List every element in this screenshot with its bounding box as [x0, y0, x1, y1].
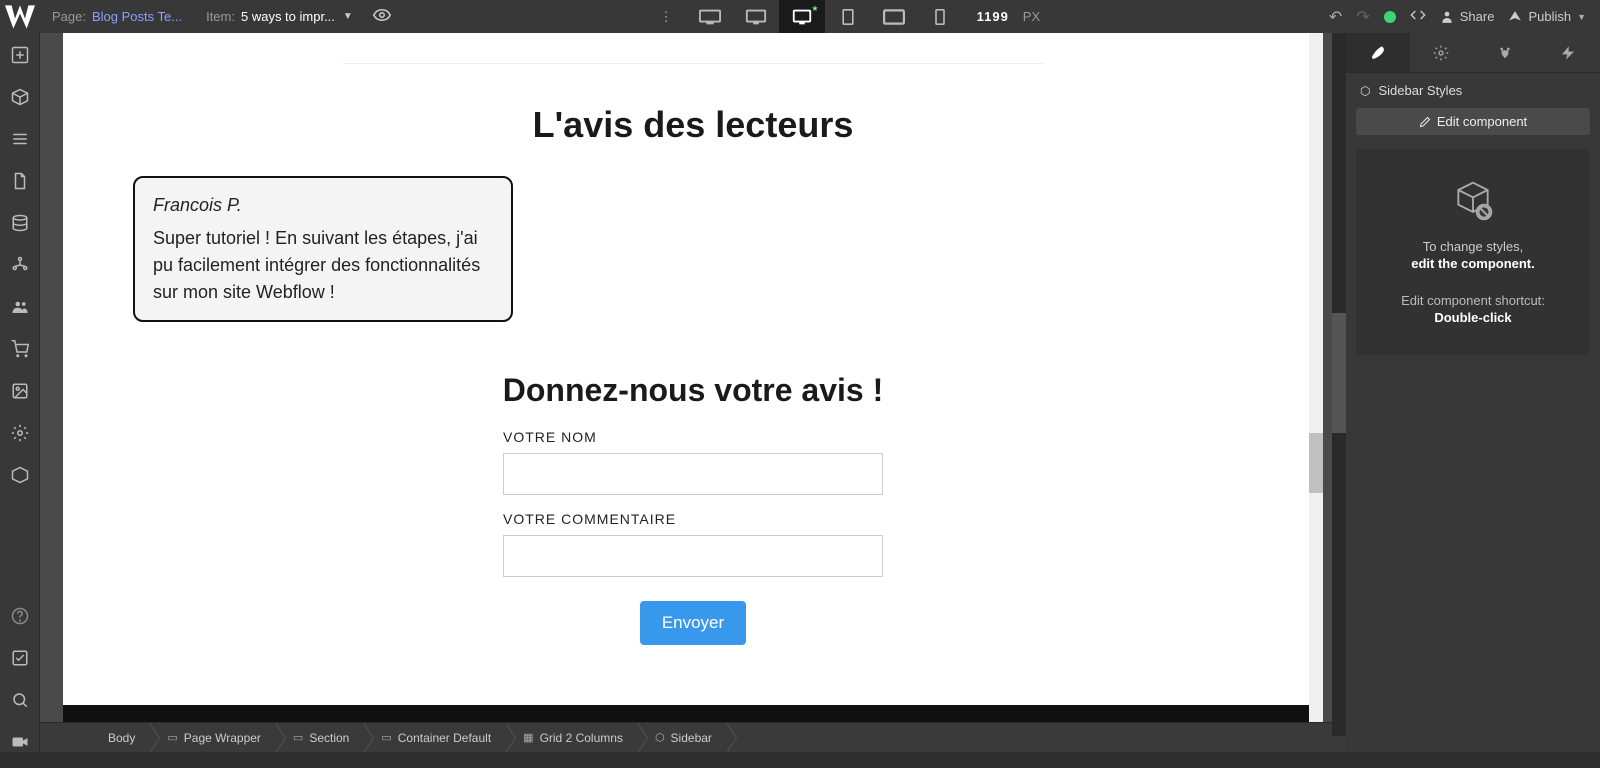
component-info-panel: To change styles, edit the component. Ed…	[1356, 149, 1590, 355]
breakpoint-tablet[interactable]	[825, 0, 871, 33]
right-panel: ⬡ Sidebar Styles Edit component To chang…	[1346, 33, 1600, 752]
info-line1: To change styles,	[1374, 239, 1572, 254]
item-label: Item:	[206, 9, 235, 24]
canvas-scrollbar[interactable]	[1332, 33, 1346, 736]
video-icon[interactable]	[10, 732, 30, 752]
reviews-heading[interactable]: L'avis des lecteurs	[103, 104, 1283, 146]
crumb-section[interactable]: ▭Section	[275, 723, 363, 753]
assets-icon[interactable]	[10, 381, 30, 401]
info-line3: Edit component shortcut:	[1374, 293, 1572, 308]
canvas-page[interactable]: L'avis des lecteurs Francois P. Super tu…	[63, 33, 1323, 722]
crumb-grid[interactable]: ▦Grid 2 Columns	[505, 723, 637, 753]
breakpoint-xl[interactable]	[687, 0, 733, 33]
page-footer[interactable]	[63, 705, 1323, 722]
crumb-container[interactable]: ▭Container Default	[363, 723, 505, 753]
item-name[interactable]: 5 ways to impr...	[241, 9, 335, 24]
share-label: Share	[1460, 9, 1495, 24]
panel-header: ⬡ Sidebar Styles	[1346, 73, 1600, 108]
comment-card[interactable]: Francois P. Super tutoriel ! En suivant …	[133, 176, 513, 322]
cms-icon[interactable]	[10, 213, 30, 233]
breakpoint-mobile[interactable]	[917, 0, 963, 33]
canvas-area: L'avis des lecteurs Francois P. Super tu…	[40, 33, 1346, 752]
edit-component-button[interactable]: Edit component	[1356, 108, 1590, 135]
crumb-page-wrapper[interactable]: ▭Page Wrapper	[149, 723, 275, 753]
comment-label: VOTRE COMMENTAIRE	[503, 511, 883, 527]
page-scrollbar[interactable]	[1309, 33, 1323, 722]
breakpoint-md[interactable]: ★	[779, 0, 825, 33]
users-icon[interactable]	[10, 297, 30, 317]
checklist-icon[interactable]	[10, 648, 30, 668]
component-icon: ⬡	[1360, 84, 1370, 98]
breakpoint-group: ★	[687, 0, 963, 33]
search-icon[interactable]	[10, 690, 30, 710]
crumb-body[interactable]: Body	[90, 723, 149, 753]
left-toolbar	[0, 33, 40, 752]
canvas-viewport[interactable]: L'avis des lecteurs Francois P. Super tu…	[40, 33, 1346, 722]
settings-tab[interactable]	[1410, 33, 1474, 73]
help-icon[interactable]	[10, 606, 30, 626]
page-label: Page:	[52, 9, 86, 24]
redo-icon[interactable]: ↷	[1356, 7, 1369, 27]
code-icon[interactable]	[1410, 9, 1426, 24]
structure-icon[interactable]	[10, 255, 30, 275]
components-icon[interactable]	[10, 465, 30, 485]
webflow-logo[interactable]	[0, 0, 40, 33]
form-heading[interactable]: Donnez-nous votre avis !	[103, 372, 1283, 409]
crumb-sidebar[interactable]: ⬡Sidebar	[637, 723, 726, 753]
submit-button[interactable]: Envoyer	[640, 601, 746, 645]
info-line4: Double-click	[1374, 310, 1572, 325]
comment-input[interactable]	[503, 535, 883, 577]
pages-icon[interactable]	[10, 171, 30, 191]
breakpoint-lg[interactable]	[733, 0, 779, 33]
add-icon[interactable]	[10, 45, 30, 65]
chevron-down-icon[interactable]: ▼	[343, 11, 353, 22]
comment-author: Francois P.	[153, 192, 493, 219]
style-manager-tab[interactable]	[1473, 33, 1537, 73]
undo-icon[interactable]: ↶	[1329, 7, 1342, 27]
share-button[interactable]: Share	[1440, 9, 1495, 24]
ecommerce-icon[interactable]	[10, 339, 30, 359]
publish-button[interactable]: Publish ▼	[1508, 9, 1586, 24]
more-icon[interactable]: ⋮	[660, 9, 673, 25]
page-name[interactable]: Blog Posts Te...	[92, 9, 182, 24]
status-dot-icon[interactable]	[1384, 11, 1396, 23]
info-line2: edit the component.	[1374, 256, 1572, 271]
preview-icon[interactable]	[373, 9, 391, 24]
panel-title: Sidebar Styles	[1378, 83, 1462, 98]
viewport-width-unit: PX	[1023, 9, 1040, 24]
publish-label: Publish	[1528, 9, 1571, 24]
topbar-right-tools: ↶ ↷ Share Publish ▼	[1329, 7, 1586, 27]
feedback-form: VOTRE NOM VOTRE COMMENTAIRE Envoyer	[503, 429, 883, 645]
name-label: VOTRE NOM	[503, 429, 883, 445]
cube-icon[interactable]	[10, 87, 30, 107]
chevron-down-icon: ▼	[1577, 12, 1586, 22]
breakpoint-landscape[interactable]	[871, 0, 917, 33]
name-input[interactable]	[503, 453, 883, 495]
style-tab[interactable]	[1346, 33, 1410, 73]
top-bar: Page: Blog Posts Te... Item: 5 ways to i…	[0, 0, 1600, 33]
viewport-width-value[interactable]: 1199	[977, 9, 1009, 24]
breadcrumb-bar: Body ▭Page Wrapper ▭Section ▭Container D…	[40, 722, 1346, 752]
navigator-icon[interactable]	[10, 129, 30, 149]
settings-icon[interactable]	[10, 423, 30, 443]
right-panel-tabs	[1346, 33, 1600, 73]
interactions-tab[interactable]	[1537, 33, 1600, 73]
comment-text: Super tutoriel ! En suivant les étapes, …	[153, 225, 493, 306]
